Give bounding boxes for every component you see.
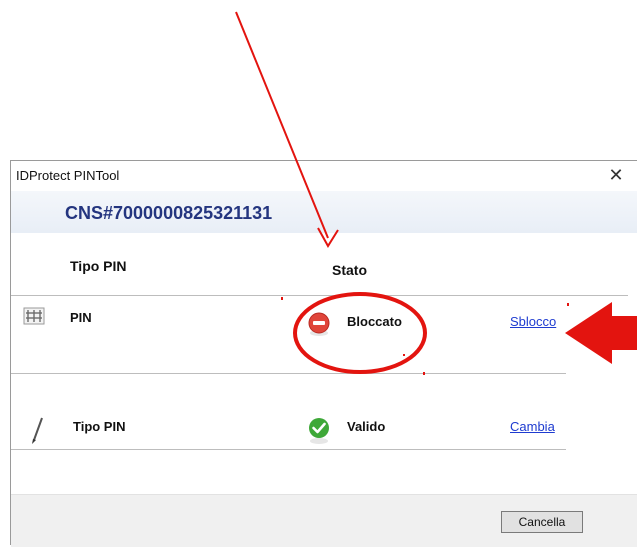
- sblocco-link[interactable]: Sblocco: [510, 314, 556, 329]
- pintool-dialog: IDProtect PINTool ✕ CNS#7000000825321131…: [10, 160, 637, 547]
- cancel-button[interactable]: Cancella: [501, 511, 583, 533]
- pin-row-label: PIN: [70, 310, 92, 325]
- row-divider-2: [11, 449, 566, 450]
- window-title: IDProtect PINTool: [16, 168, 120, 183]
- keypad-icon: [23, 306, 45, 331]
- cambia-link[interactable]: Cambia: [510, 419, 555, 434]
- card-id: CNS#7000000825321131: [65, 203, 273, 223]
- blocked-icon: [307, 311, 331, 342]
- column-header-stato: Stato: [332, 262, 367, 278]
- row-divider-1: [11, 373, 566, 374]
- close-button[interactable]: ✕: [605, 164, 627, 186]
- header-divider: [11, 295, 628, 296]
- pen-icon: [31, 416, 45, 449]
- title-bar: IDProtect PINTool ✕: [11, 161, 637, 191]
- column-header-tipo-pin: Tipo PIN: [70, 258, 127, 274]
- valid-check-icon: [307, 416, 331, 451]
- tipo-pin-row-label: Tipo PIN: [73, 419, 126, 434]
- tipo-pin-status: Valido: [347, 419, 386, 434]
- pin-status: Bloccato: [347, 314, 402, 329]
